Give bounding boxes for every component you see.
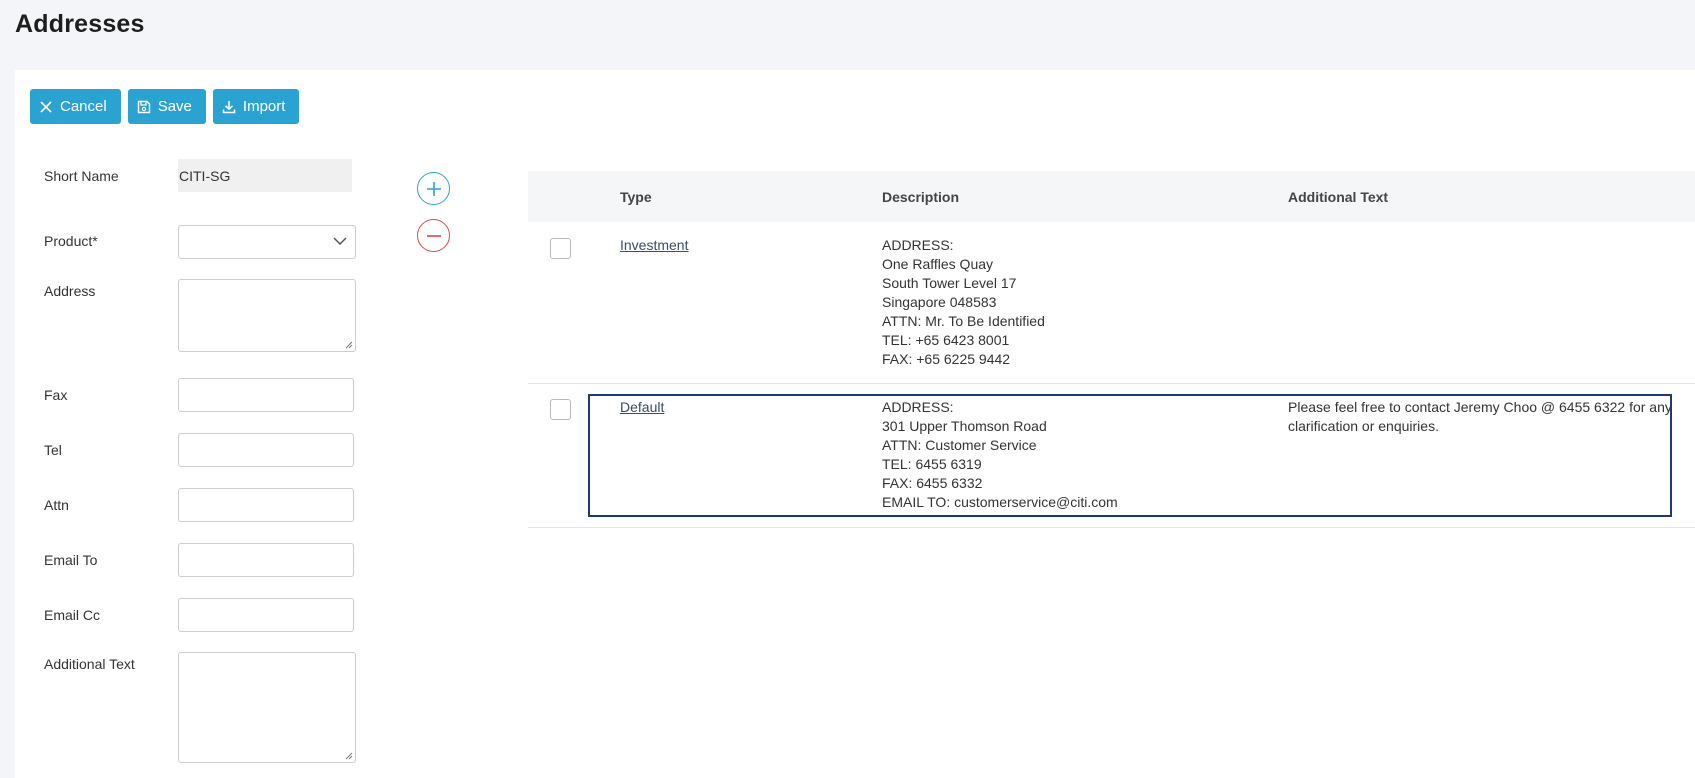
short-name-field: CITI-SG — [178, 159, 352, 192]
email-to-row: Email To — [44, 543, 374, 578]
description-line: ATTN: Mr. To Be Identified — [882, 313, 1045, 329]
description-line: FAX: +65 6225 9442 — [882, 351, 1011, 367]
description-line: TEL: +65 6423 8001 — [882, 332, 1010, 348]
cancel-label: Cancel — [60, 98, 107, 115]
resize-handle-icon — [345, 752, 353, 760]
email-cc-row: Email Cc — [44, 598, 374, 633]
type-link[interactable]: Default — [620, 399, 664, 415]
column-header-type: Type — [620, 189, 652, 205]
add-address-button[interactable] — [417, 172, 450, 205]
email-cc-label: Email Cc — [44, 607, 101, 623]
x-icon — [40, 100, 52, 113]
description-line: TEL: 6455 6319 — [882, 456, 982, 472]
description-line: ADDRESS: — [882, 237, 954, 253]
address-textarea[interactable] — [178, 279, 356, 352]
addresses-table: Type Description Additional Text Investm… — [528, 171, 1695, 528]
description-line: 301 Upper Thomson Road — [882, 418, 1047, 434]
additional-text-row: Additional Text — [44, 652, 374, 764]
address-row: Address — [44, 279, 374, 353]
email-cc-field[interactable] — [178, 598, 354, 632]
description-line: One Raffles Quay — [882, 256, 994, 272]
table-row[interactable]: Default ADDRESS: 301 Upper Thomson Road … — [528, 384, 1695, 528]
download-icon — [222, 100, 236, 113]
plus-circle-icon — [426, 181, 441, 196]
address-label: Address — [44, 283, 96, 299]
additional-text-textarea[interactable] — [178, 652, 356, 763]
product-label: Product* — [44, 233, 98, 249]
row-description: ADDRESS: 301 Upper Thomson Road ATTN: Cu… — [882, 398, 1118, 512]
description-line: ATTN: Customer Service — [882, 437, 1037, 453]
import-label: Import — [242, 98, 286, 115]
row-additional-text: Please feel free to contact Jeremy Choo … — [1288, 399, 1672, 434]
tel-field[interactable] — [178, 433, 354, 467]
page-title: Addresses — [15, 10, 145, 38]
floppy-disk-icon — [137, 100, 150, 113]
cancel-button[interactable]: Cancel — [30, 89, 121, 124]
fax-label: Fax — [44, 387, 68, 403]
description-line: EMAIL TO: customerservice@citi.com — [882, 494, 1118, 510]
main-panel: Cancel Save Import Short Name CITI-SG Pr… — [15, 70, 1695, 778]
row-description: ADDRESS: One Raffles Quay South Tower Le… — [882, 236, 1045, 369]
table-header: Type Description Additional Text — [528, 171, 1695, 222]
save-label: Save — [157, 98, 192, 115]
description-line: ADDRESS: — [882, 399, 954, 415]
tel-label: Tel — [44, 442, 62, 458]
additional-text-label: Additional Text — [44, 656, 135, 672]
chevron-down-icon — [333, 237, 347, 246]
attn-field[interactable] — [178, 488, 354, 522]
resize-handle-icon — [345, 341, 353, 349]
tel-row: Tel — [44, 433, 374, 468]
description-line: Singapore 048583 — [882, 294, 997, 310]
fax-field[interactable] — [178, 378, 354, 412]
save-button[interactable]: Save — [127, 89, 206, 124]
row-checkbox[interactable] — [550, 238, 571, 259]
fax-row: Fax — [44, 378, 374, 413]
email-to-field[interactable] — [178, 543, 354, 577]
column-header-description: Description — [882, 189, 960, 205]
product-select[interactable] — [178, 225, 356, 259]
description-line: FAX: 6455 6332 — [882, 475, 983, 491]
toolbar: Cancel Save Import — [30, 89, 300, 124]
row-checkbox[interactable] — [550, 399, 571, 420]
import-button[interactable]: Import — [212, 89, 300, 124]
short-name-label: Short Name — [44, 168, 119, 184]
attn-label: Attn — [44, 497, 69, 513]
attn-row: Attn — [44, 488, 374, 523]
type-link[interactable]: Investment — [620, 237, 688, 253]
email-to-label: Email To — [44, 552, 98, 568]
remove-address-button[interactable] — [417, 219, 450, 252]
table-row[interactable]: Investment ADDRESS: One Raffles Quay Sou… — [528, 222, 1695, 384]
product-row: Product* — [44, 225, 374, 260]
description-line: South Tower Level 17 — [882, 275, 1017, 291]
column-header-additional-text: Additional Text — [1288, 189, 1389, 205]
minus-circle-icon — [426, 234, 441, 237]
short-name-row: Short Name CITI-SG — [44, 159, 374, 194]
